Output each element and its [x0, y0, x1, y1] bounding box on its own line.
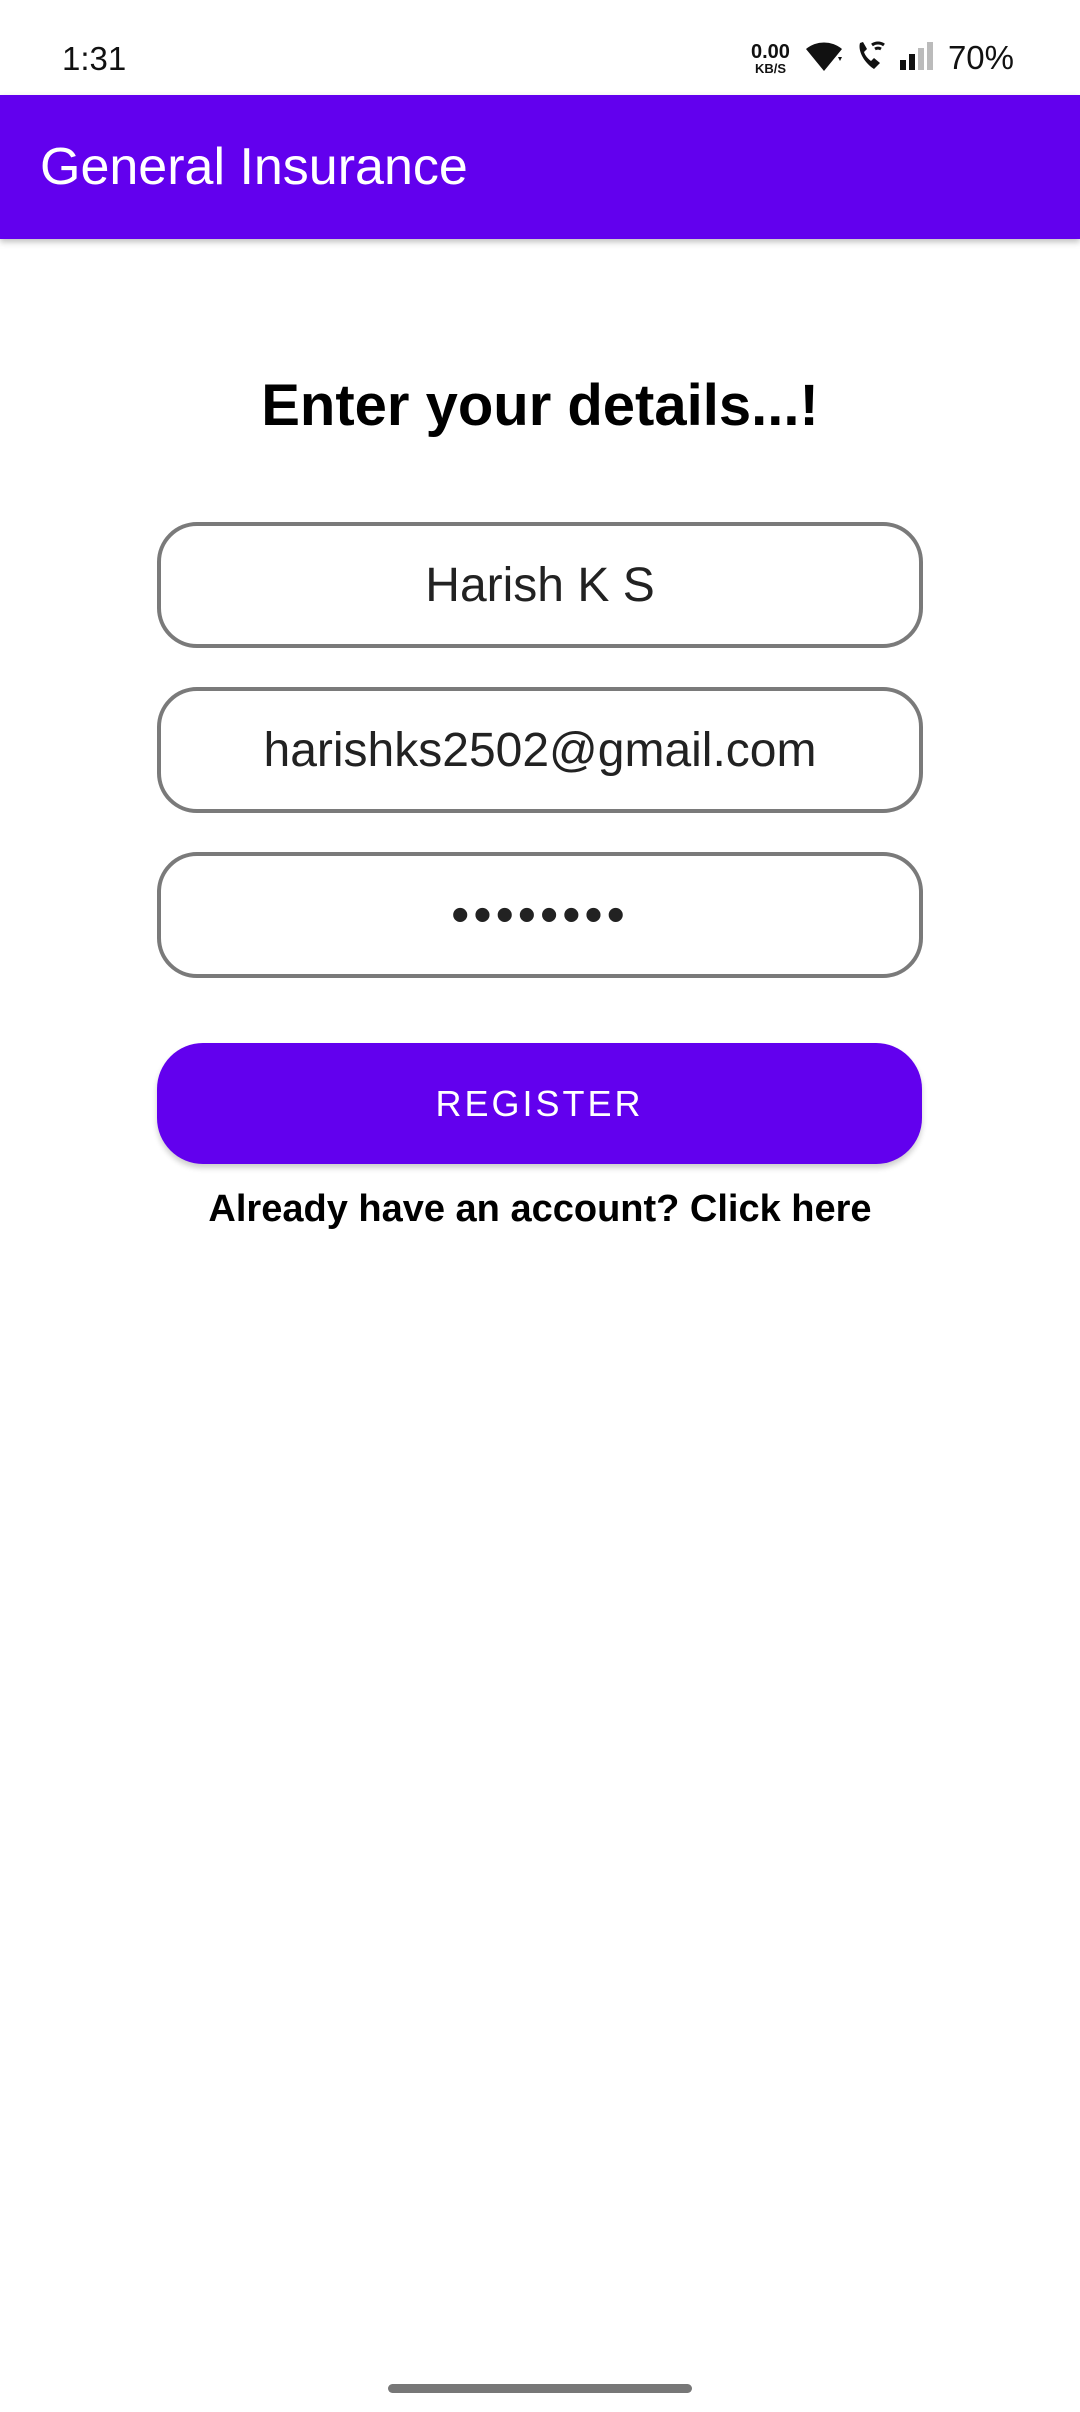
login-link[interactable]: Already have an account? Click here — [0, 1188, 1080, 1231]
wifi-call-icon — [854, 39, 888, 78]
signal-icon — [898, 40, 934, 77]
status-bar: 1:31 0.00 KB/S 70% — [0, 0, 1080, 95]
network-speed-unit: KB/S — [754, 60, 786, 76]
page-heading: Enter your details...! — [261, 373, 819, 438]
home-indicator[interactable] — [388, 2384, 692, 2393]
status-time: 1:31 — [62, 40, 127, 77]
email-field[interactable]: harishks2502@gmail.com — [157, 687, 923, 813]
app-bar: General Insurance — [0, 95, 1080, 239]
password-field[interactable]: •••••••• — [157, 852, 923, 978]
name-field[interactable]: Harish K S — [157, 522, 923, 648]
register-button[interactable]: REGISTER — [157, 1043, 922, 1164]
app-title: General Insurance — [40, 138, 468, 196]
network-speed-value: 0.00 — [751, 40, 790, 63]
battery-level: 70% — [947, 39, 1014, 76]
status-icons: 0.00 KB/S 70% — [751, 38, 1014, 78]
network-speed: 0.00 KB/S — [751, 42, 790, 75]
wifi-icon — [804, 39, 844, 78]
